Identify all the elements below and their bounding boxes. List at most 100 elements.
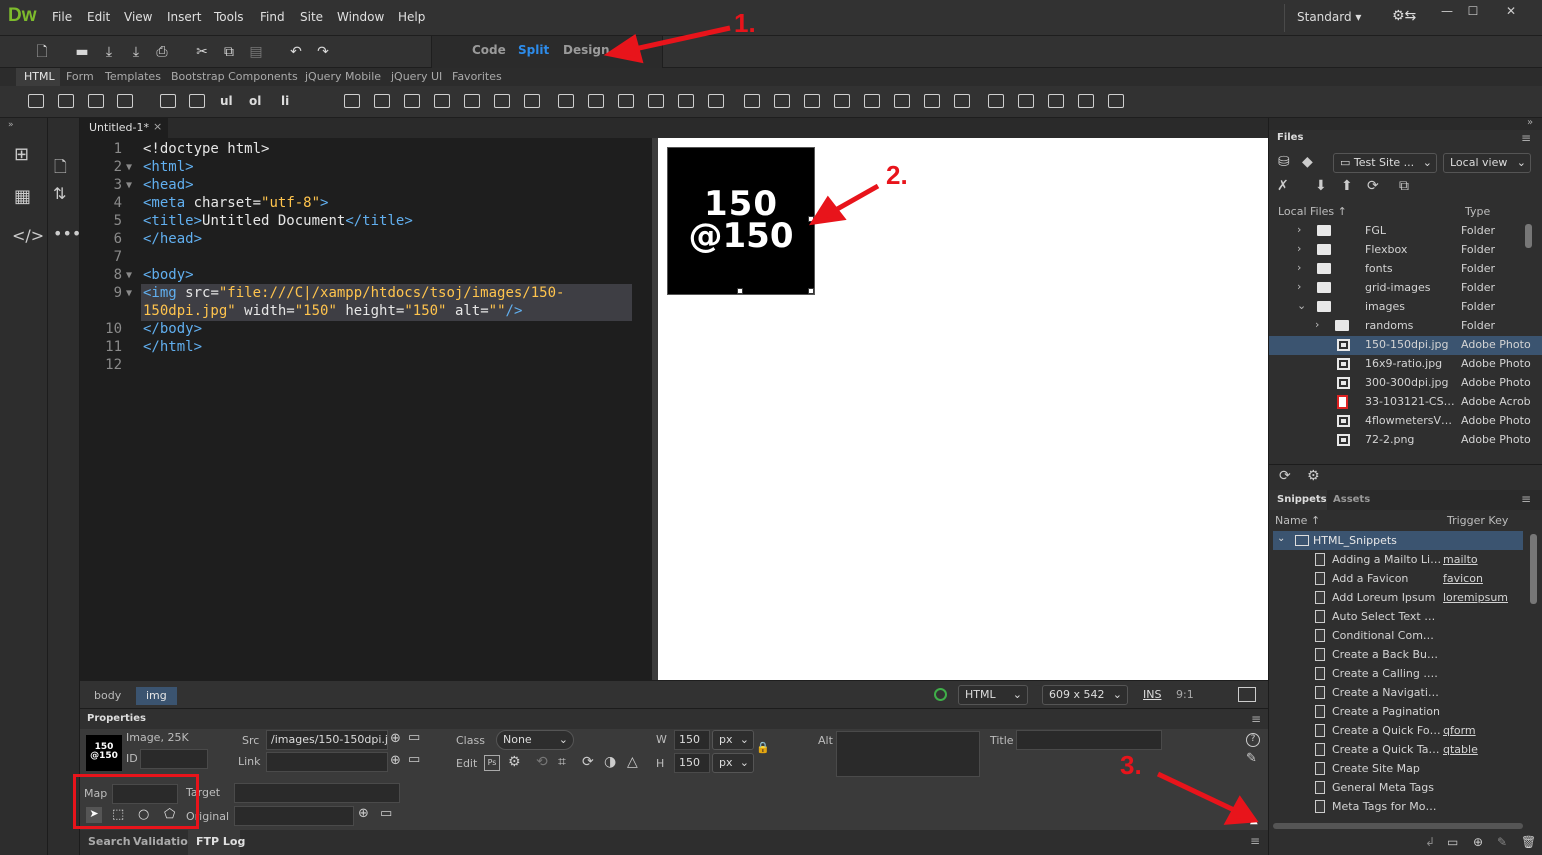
snippet-row[interactable]: Create a Calling .SM... (1269, 664, 1527, 683)
point-to-file-icon[interactable]: ⊕ (390, 731, 401, 746)
code-line[interactable]: 150dpi.jpg" width="150" height="150" alt… (143, 303, 522, 319)
new-snippet-icon[interactable]: ⊕ (1473, 835, 1483, 849)
cut-icon[interactable]: ✂ (192, 43, 212, 61)
files-scrollbar[interactable] (1525, 224, 1532, 248)
file-row[interactable]: 33-103121-CSK... Adobe Acrob (1269, 393, 1542, 412)
sharpen-icon[interactable]: △ (627, 754, 638, 770)
get-files-icon[interactable]: ⬇ (1315, 178, 1327, 194)
file-row[interactable]: › randoms Folder (1269, 317, 1542, 336)
src-field[interactable]: /images/150-150dpi.jpg (266, 730, 388, 750)
design-view[interactable]: 150 @150 (658, 138, 1268, 680)
crop-icon[interactable]: ⌗ (558, 754, 566, 770)
no-errors-icon[interactable] (934, 688, 947, 701)
video-icon[interactable] (744, 94, 760, 108)
li-icon[interactable]: li (281, 94, 289, 108)
menu-edit[interactable]: Edit (87, 10, 110, 24)
table-icon[interactable] (160, 94, 176, 108)
ol-icon[interactable]: ol (249, 94, 261, 108)
snippet-row[interactable]: Create a Quick Table qtable (1269, 740, 1527, 759)
audio-icon[interactable] (834, 94, 850, 108)
doc-type-select[interactable]: HTML ⌄ (958, 685, 1028, 705)
server-include-icon[interactable] (1078, 94, 1094, 108)
workspace-switcher[interactable]: Standard ▾ (1297, 10, 1361, 24)
snippet-row[interactable]: Create a Quick Form qform (1269, 721, 1527, 740)
design-view-button[interactable]: Design (563, 43, 610, 57)
menu-site[interactable]: Site (300, 10, 323, 24)
expand-icon[interactable]: » (8, 120, 14, 130)
save-icon[interactable]: ⤓ (99, 43, 119, 61)
panel-menu-icon[interactable]: ≡ (1521, 131, 1531, 145)
close-window-button[interactable]: ✕ (1500, 4, 1522, 20)
window-size-select[interactable]: 609 x 542 ⌄ (1042, 685, 1128, 705)
canvas-icon[interactable] (774, 94, 790, 108)
resample-icon[interactable]: ⟳ (582, 754, 594, 770)
width-field[interactable]: 150 (674, 730, 710, 750)
menu-view[interactable]: View (124, 10, 152, 24)
nav-icon[interactable] (374, 94, 390, 108)
file-row[interactable]: › FGL Folder (1269, 222, 1542, 241)
aside-icon[interactable] (434, 94, 450, 108)
snippet-row[interactable]: General Meta Tags (1269, 778, 1527, 797)
edit-settings-icon[interactable]: ⚙ (508, 754, 521, 770)
tab-assets[interactable]: Assets (1333, 494, 1370, 505)
tag-icon[interactable] (558, 94, 574, 108)
alt-field[interactable] (836, 731, 980, 777)
code-view[interactable]: 1 <!doctype html> 2 ▼ <html> 3 ▼ <head> 4 <meta c… (80, 138, 652, 680)
paste-icon[interactable]: ▤ (246, 43, 266, 61)
email-icon[interactable] (708, 94, 724, 108)
print-icon[interactable]: ⎙ (152, 43, 172, 61)
file-row[interactable]: 4flowmetersV3p... Adobe Photo (1269, 412, 1542, 431)
breadcrumb-img[interactable]: img (136, 687, 177, 705)
edit-snippet-icon[interactable]: ✎ (1497, 835, 1507, 849)
link-browse-folder-icon[interactable]: ▭ (408, 752, 420, 767)
paragraph-icon[interactable] (88, 94, 104, 108)
photoshop-edit-icon[interactable]: Ps (484, 755, 500, 771)
sync-icon[interactable]: ⚙ (1307, 468, 1320, 484)
meta-icon[interactable] (648, 94, 664, 108)
tab-bootstrap[interactable]: Bootstrap Components (171, 70, 298, 83)
heading-icon[interactable] (117, 94, 133, 108)
resize-handle-right[interactable] (808, 216, 814, 222)
snippet-row[interactable]: Create Site Map (1269, 759, 1527, 778)
figure-icon[interactable] (189, 94, 205, 108)
menu-window[interactable]: Window (337, 10, 384, 24)
menu-find[interactable]: Find (260, 10, 285, 24)
file-row[interactable]: 16x9-ratio.jpg Adobe Photo (1269, 355, 1542, 374)
connect-icon[interactable]: ⛁ (1278, 154, 1290, 170)
site-select[interactable]: ▭ Test Site ... ⌄ (1333, 153, 1437, 173)
class-select[interactable]: None ⌄ (496, 730, 574, 750)
id-field[interactable] (140, 749, 208, 769)
code-line[interactable]: <!doctype html> (143, 141, 269, 157)
code-line[interactable]: </html> (143, 339, 202, 355)
type-header[interactable]: Type (1465, 205, 1490, 218)
div-icon[interactable] (28, 94, 44, 108)
fold-icon[interactable]: ▼ (126, 288, 132, 299)
tab-jquery-ui[interactable]: jQuery UI (391, 70, 442, 83)
collapse-panel-icon[interactable]: » (1527, 117, 1533, 128)
tab-templates[interactable]: Templates (105, 70, 161, 83)
snippets-scrollbar[interactable] (1530, 534, 1537, 604)
file-row[interactable]: 72-2.png Adobe Photo (1269, 431, 1542, 450)
resize-handle-corner[interactable] (808, 288, 814, 294)
menu-tools[interactable]: Tools (214, 10, 244, 24)
original-point-icon[interactable]: ⊕ (358, 806, 369, 821)
collapse-properties-icon[interactable]: ▲ (1250, 815, 1258, 826)
view-select[interactable]: Local view ⌄ (1443, 153, 1531, 173)
file-icon[interactable]: 🗋 (54, 156, 67, 183)
height-unit-select[interactable]: px ⌄ (712, 753, 754, 773)
snippet-group-row[interactable]: ⌄ HTML_Snippets (1273, 531, 1523, 550)
code-inspector-icon[interactable]: </> (12, 226, 44, 245)
disconnect-icon[interactable]: ✗ (1277, 178, 1289, 194)
insert-snippet-icon[interactable]: ↲ (1425, 835, 1435, 849)
comment-icon[interactable] (618, 94, 634, 108)
minimize-button[interactable]: — (1436, 4, 1458, 20)
key-icon[interactable] (588, 94, 604, 108)
selected-image[interactable]: 150 @150 (667, 147, 815, 295)
header-icon[interactable] (344, 94, 360, 108)
snippet-row[interactable]: Create a Pagination (1269, 702, 1527, 721)
split-view-button[interactable]: Split (518, 43, 549, 57)
copy-icon[interactable]: ⧉ (219, 43, 239, 61)
image-icon[interactable] (58, 94, 74, 108)
css-designer-icon[interactable]: ▦ (14, 186, 31, 207)
script-icon[interactable] (678, 94, 694, 108)
